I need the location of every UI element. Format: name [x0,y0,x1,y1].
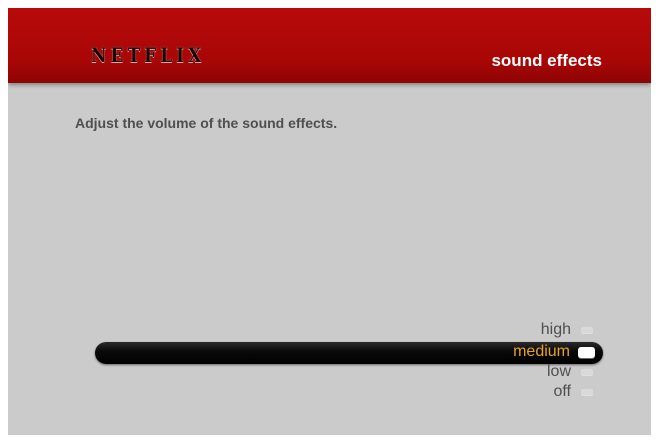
option-label: high [540,321,571,338]
option-label: off [553,383,572,400]
option-medium[interactable]: medium [513,342,595,362]
settings-screen: NETFLIX sound effects Adjust the volume … [8,8,651,435]
header-bar: NETFLIX sound effects [8,8,651,83]
page-title: sound effects [491,51,602,70]
radio-indicator-icon [581,389,593,395]
option-high[interactable]: high [541,320,593,340]
radio-indicator-icon [581,369,593,375]
option-low[interactable]: low [547,362,593,382]
netflix-logo: NETFLIX [91,44,206,68]
radio-indicator-icon [581,327,593,333]
instruction-text: Adjust the volume of the sound effects. [75,115,338,131]
option-label: medium [513,343,570,360]
option-off[interactable]: off [553,382,593,402]
option-label: low [546,363,571,380]
radio-indicator-selected-icon [578,346,595,358]
